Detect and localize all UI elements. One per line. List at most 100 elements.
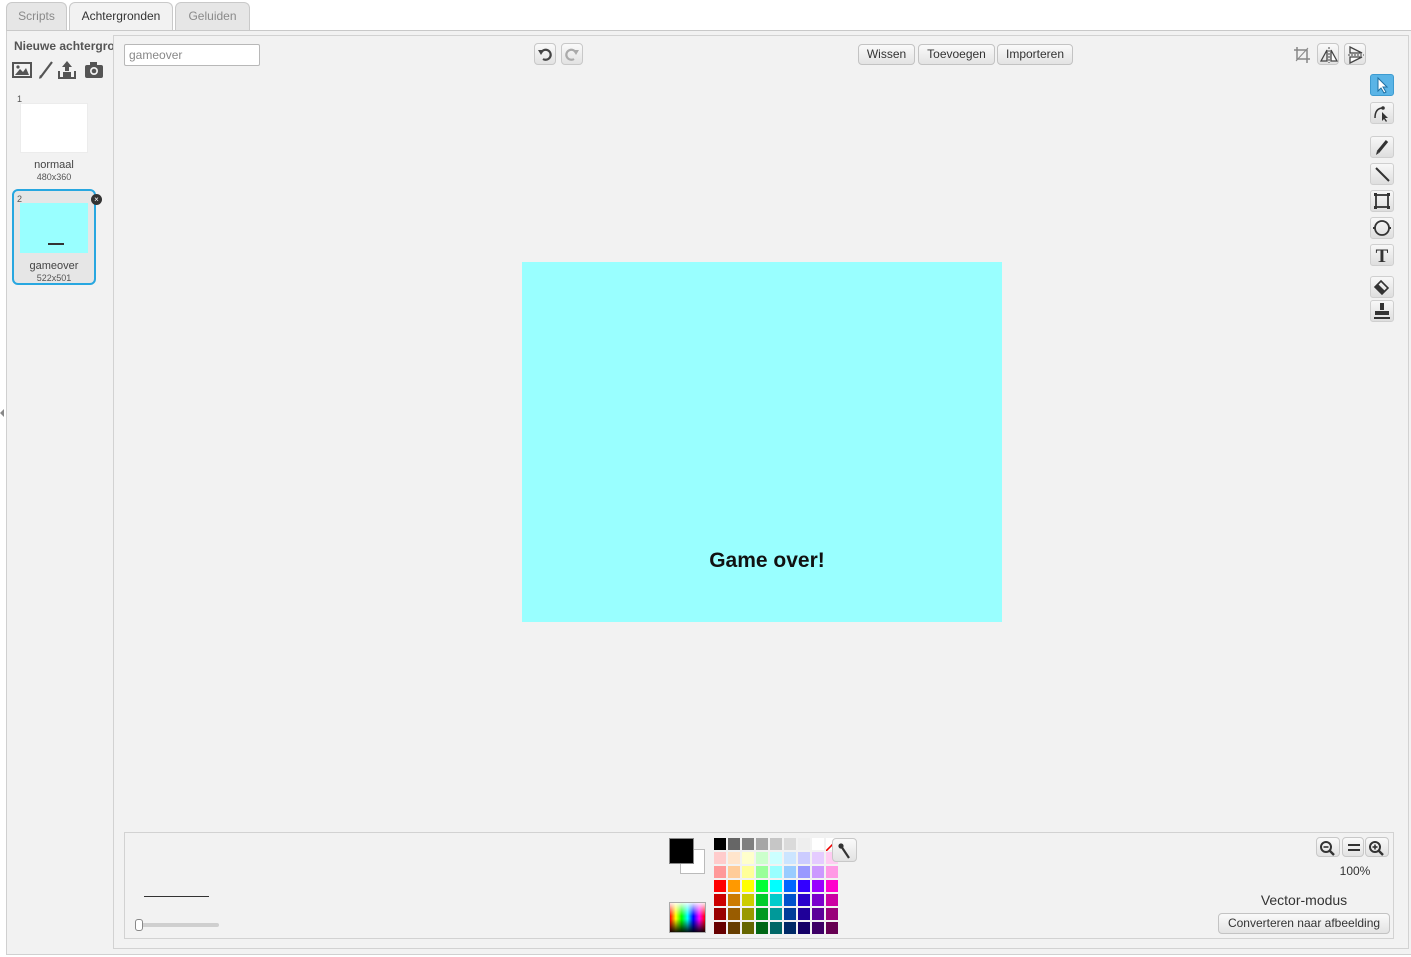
- convert-to-bitmap-button[interactable]: Converteren naar afbeelding: [1218, 913, 1390, 934]
- crop-icon[interactable]: [1292, 45, 1312, 65]
- palette-swatch[interactable]: [756, 922, 768, 934]
- palette-swatch[interactable]: [798, 908, 810, 920]
- palette-swatch[interactable]: [756, 838, 768, 850]
- upload-file-icon[interactable]: [57, 60, 77, 80]
- palette-swatch[interactable]: [756, 880, 768, 892]
- palette-swatch[interactable]: [742, 894, 754, 906]
- palette-swatch[interactable]: [812, 922, 824, 934]
- palette-swatch[interactable]: [784, 922, 796, 934]
- reshape-tool-icon[interactable]: [1370, 102, 1394, 124]
- tab-scripts[interactable]: Scripts: [6, 2, 67, 30]
- color-picker-spectrum[interactable]: [669, 902, 706, 933]
- palette-swatch[interactable]: [728, 908, 740, 920]
- select-tool-icon[interactable]: [1370, 74, 1394, 96]
- palette-swatch[interactable]: [784, 894, 796, 906]
- palette-swatch[interactable]: [812, 852, 824, 864]
- palette-swatch[interactable]: [770, 838, 782, 850]
- import-button[interactable]: Importeren: [997, 44, 1073, 65]
- palette-swatch[interactable]: [742, 838, 754, 850]
- palette-swatch[interactable]: [742, 880, 754, 892]
- palette-swatch[interactable]: [714, 880, 726, 892]
- palette-swatch[interactable]: [784, 866, 796, 878]
- zoom-reset-button[interactable]: [1342, 837, 1364, 857]
- palette-swatch[interactable]: [714, 894, 726, 906]
- paint-new-icon[interactable]: [36, 60, 56, 80]
- palette-swatch[interactable]: [812, 866, 824, 878]
- palette-swatch[interactable]: [728, 838, 740, 850]
- palette-swatch[interactable]: [714, 922, 726, 934]
- palette-swatch[interactable]: [728, 852, 740, 864]
- palette-swatch[interactable]: [770, 852, 782, 864]
- palette-swatch[interactable]: [826, 866, 838, 878]
- palette-swatch[interactable]: [784, 908, 796, 920]
- palette-swatch[interactable]: [714, 908, 726, 920]
- stroke-width-slider[interactable]: [135, 919, 219, 931]
- palette-swatch[interactable]: [728, 922, 740, 934]
- delete-backdrop-button[interactable]: ×: [91, 194, 102, 205]
- slider-thumb[interactable]: [135, 919, 143, 931]
- backdrop-item[interactable]: 2 gameover 522x501: [12, 189, 96, 285]
- costume-name-input[interactable]: [124, 44, 260, 66]
- palette-swatch[interactable]: [770, 922, 782, 934]
- collapse-handle[interactable]: [0, 404, 5, 422]
- ellipse-tool-icon[interactable]: [1370, 217, 1394, 239]
- palette-swatch[interactable]: [798, 894, 810, 906]
- palette-swatch[interactable]: [742, 922, 754, 934]
- palette-swatch[interactable]: [728, 880, 740, 892]
- palette-swatch[interactable]: [756, 894, 768, 906]
- palette-swatch[interactable]: [812, 838, 824, 850]
- palette-swatch[interactable]: [798, 866, 810, 878]
- fill-tool-icon[interactable]: [1370, 276, 1394, 298]
- eyedropper-button[interactable]: [832, 838, 857, 862]
- palette-swatch[interactable]: [798, 880, 810, 892]
- backdrop-name: normaal: [34, 159, 74, 171]
- palette-swatch[interactable]: [770, 880, 782, 892]
- text-tool-icon[interactable]: T: [1370, 244, 1394, 266]
- palette-swatch[interactable]: [770, 866, 782, 878]
- palette-swatch[interactable]: [784, 880, 796, 892]
- palette-swatch[interactable]: [756, 866, 768, 878]
- zoom-out-button[interactable]: [1316, 837, 1340, 857]
- line-tool-icon[interactable]: [1370, 163, 1394, 185]
- palette-swatch[interactable]: [798, 838, 810, 850]
- flip-vertical-button[interactable]: [1344, 43, 1366, 65]
- palette-swatch[interactable]: [784, 852, 796, 864]
- primary-color-swatch[interactable]: [669, 838, 694, 864]
- camera-icon[interactable]: [84, 60, 104, 80]
- palette-swatch[interactable]: [770, 894, 782, 906]
- palette-swatch[interactable]: [826, 922, 838, 934]
- palette-swatch[interactable]: [812, 880, 824, 892]
- stamp-tool-icon[interactable]: [1370, 300, 1394, 322]
- palette-swatch[interactable]: [812, 894, 824, 906]
- palette-swatch[interactable]: [826, 908, 838, 920]
- palette-swatch[interactable]: [742, 852, 754, 864]
- palette-swatch[interactable]: [812, 908, 824, 920]
- palette-swatch[interactable]: [728, 866, 740, 878]
- choose-from-library-icon[interactable]: [12, 60, 32, 80]
- palette-swatch[interactable]: [826, 894, 838, 906]
- palette-swatch[interactable]: [714, 852, 726, 864]
- add-button[interactable]: Toevoegen: [918, 44, 995, 65]
- palette-swatch[interactable]: [770, 908, 782, 920]
- clear-button[interactable]: Wissen: [858, 44, 915, 65]
- flip-horizontal-button[interactable]: [1317, 43, 1339, 65]
- pencil-tool-icon[interactable]: [1370, 136, 1394, 158]
- palette-swatch[interactable]: [798, 852, 810, 864]
- palette-swatch[interactable]: [714, 838, 726, 850]
- rectangle-tool-icon[interactable]: [1370, 190, 1394, 212]
- palette-swatch[interactable]: [728, 894, 740, 906]
- backdrop-item[interactable]: 1 normaal 480x360: [12, 92, 96, 188]
- zoom-in-button[interactable]: [1365, 837, 1389, 857]
- tab-sounds[interactable]: Geluiden: [175, 2, 250, 30]
- palette-swatch[interactable]: [784, 838, 796, 850]
- palette-swatch[interactable]: [742, 866, 754, 878]
- palette-swatch[interactable]: [756, 908, 768, 920]
- redo-button[interactable]: [561, 43, 583, 65]
- palette-swatch[interactable]: [714, 866, 726, 878]
- palette-swatch[interactable]: [742, 908, 754, 920]
- palette-swatch[interactable]: [756, 852, 768, 864]
- palette-swatch[interactable]: [798, 922, 810, 934]
- undo-button[interactable]: [534, 43, 556, 65]
- tab-backdrops[interactable]: Achtergronden: [69, 2, 173, 31]
- palette-swatch[interactable]: [826, 880, 838, 892]
